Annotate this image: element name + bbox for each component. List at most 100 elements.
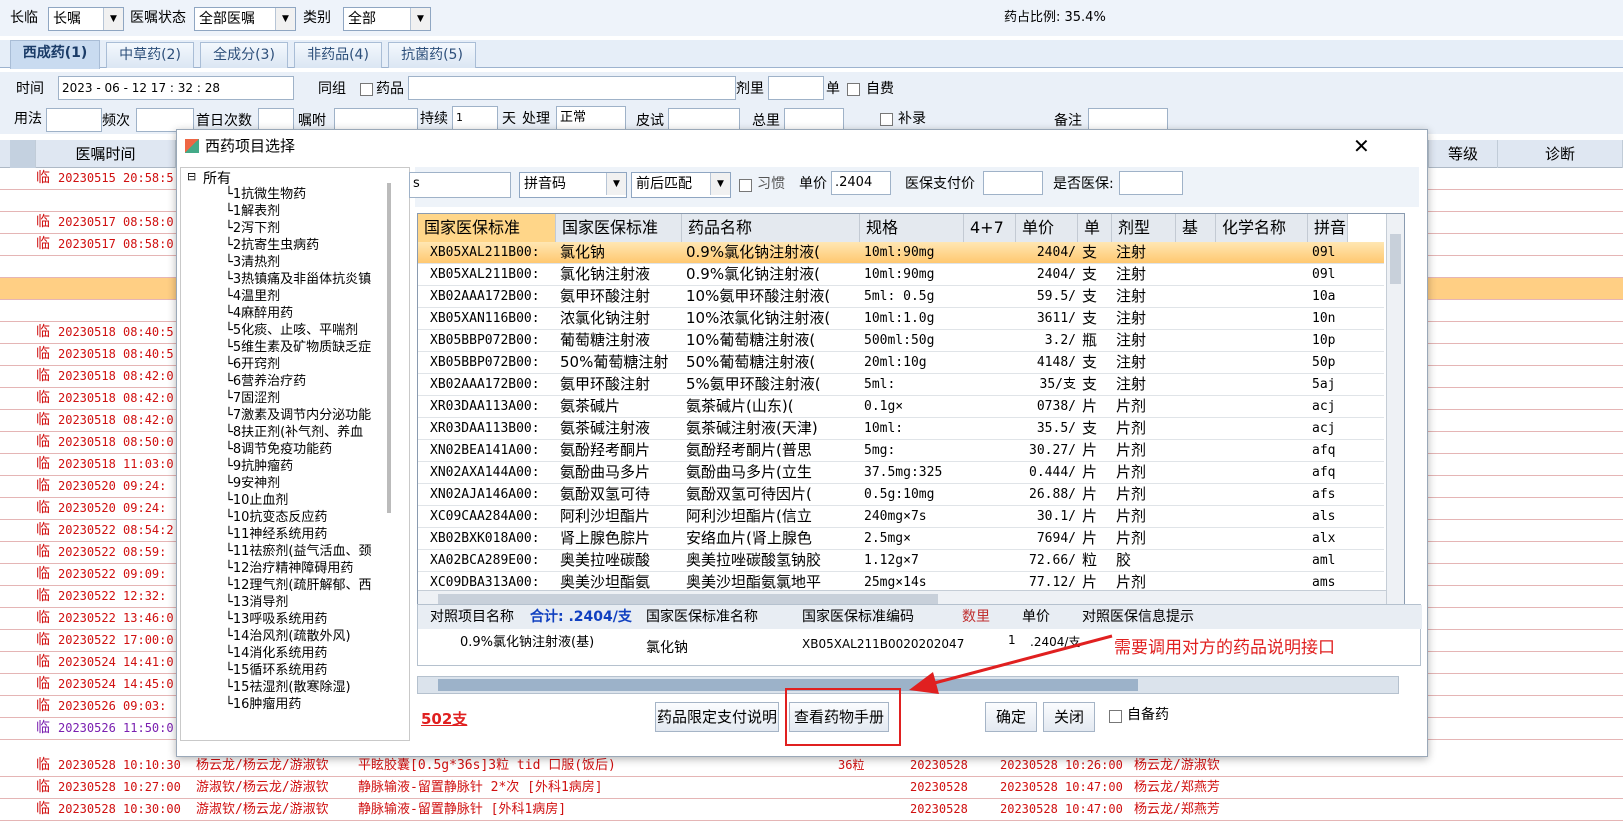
tree-item[interactable]: └13消导剂 (225, 594, 288, 611)
tree-item[interactable]: └11神经系统用药 (225, 526, 327, 543)
drug-col-header[interactable]: 单价 (1016, 214, 1078, 242)
drug-row[interactable]: XC09CAA284A00: 阿利沙坦酯片 阿利沙坦酯片(信立 240mg×7s 30.… (418, 506, 1384, 528)
drug-col-header[interactable]: 基 (1176, 214, 1216, 242)
drug-checkbox[interactable] (360, 83, 373, 96)
tree-item[interactable]: └12治疗精神障碍用药 (225, 560, 353, 577)
tab-antibiotic[interactable]: 抗菌药(5) (388, 42, 476, 68)
limit-pay-button[interactable]: 药品限定支付说明 (655, 702, 779, 732)
drug-row[interactable]: XB02AAA172B00: 氨甲环酸注射 5%氨甲环酸注射液(5ml: 35/支支注… (418, 374, 1384, 396)
supplement-checkbox[interactable] (880, 113, 893, 126)
drug-col-header[interactable]: 规格 (860, 214, 964, 242)
tree-item[interactable]: └12理气剂(疏肝解郁、西 (225, 577, 371, 594)
tree-item[interactable]: └3热镇痛及非甾体抗炎镇 (225, 271, 371, 288)
drug-col-header[interactable]: 4+7 (964, 214, 1016, 242)
drug-row[interactable]: XB05BBP072B00: 50%葡萄糖注射 50%葡萄糖注射液(20ml:10g… (418, 352, 1384, 374)
drug-row[interactable]: XB05XAN116B00: 浓氯化钠注射 10%浓氯化钠注射液(10ml:1.0g… (418, 308, 1384, 330)
tree-item[interactable]: └8扶正剂(补气剂、养血 (225, 424, 363, 441)
order-row[interactable]: 临 20230528 10:30:00 游淑钦/杨云龙/游淑钦 静脉输液-留置静脉针 … (0, 799, 1623, 821)
tree-item[interactable]: └1解表剂 (225, 203, 280, 220)
drug-col-header[interactable]: 剂型 (1112, 214, 1176, 242)
tree-item[interactable]: └10抗变态反应药 (225, 509, 327, 526)
vertical-scrollbar[interactable] (1386, 214, 1404, 608)
drug-col-header[interactable]: 化学名称 (1216, 214, 1308, 242)
tree-item[interactable]: └1抗微生物药 (225, 186, 306, 203)
col-diagnosis[interactable]: 诊断 (1498, 140, 1623, 168)
tree-item[interactable]: └7激素及调节内分泌功能 (225, 407, 371, 424)
drug-row[interactable]: XB05BBP072B00: 葡萄糖注射液 10%葡萄糖注射液(500ml:50g 3… (418, 330, 1384, 352)
drug-col-header[interactable]: 国家医保标准 (418, 214, 556, 242)
drug-cell: 注射 (1116, 309, 1147, 327)
order-type: 临 (36, 390, 50, 406)
drug-cell: afs (1312, 487, 1336, 502)
time-input[interactable]: 2023 - 06 - 12 17 : 32 : 28 (58, 76, 294, 100)
tab-herbal[interactable]: 中草药(2) (106, 42, 194, 68)
drug-row[interactable]: XA02BCA289E00: 奥美拉唑碳酸 奥美拉唑碳酸氢钠胶 1.12g×7 72.6… (418, 550, 1384, 572)
tree-item[interactable]: └11祛瘀剂(益气活血、颈 (225, 543, 371, 560)
col-order-time[interactable]: 医嘱时间 (36, 140, 176, 168)
tree-item[interactable]: └2抗寄生虫病药 (225, 237, 319, 254)
match-type-select[interactable]: 拼音码 ▼ (519, 172, 627, 198)
tree-item[interactable]: └6营养治疗药 (225, 373, 306, 390)
tree-item[interactable]: └5化痰、止咳、平喘剂 (225, 322, 358, 339)
selfpay-checkbox[interactable] (847, 83, 860, 96)
tree-item[interactable]: └15祛湿剂(散寒除湿) (225, 679, 351, 696)
tree-item[interactable]: └9抗肿瘤药 (225, 458, 293, 475)
col-level[interactable]: 等级 (1428, 140, 1498, 168)
tree-item[interactable]: └9安神剂 (225, 475, 280, 492)
drug-col-header[interactable]: 拼音 (1308, 214, 1348, 242)
drug-row[interactable]: XR03DAA113A00: 氨茶碱片 氨茶碱片(山东)(0.1g× 0738/片片剂… (418, 396, 1384, 418)
tree-item[interactable]: └14治风剂(疏散外风) (225, 628, 351, 645)
dose-input[interactable] (768, 76, 824, 100)
order-row[interactable]: 临 20230528 10:27:00 游淑钦/杨云龙/游淑钦 静脉输液-留置静脉针 … (0, 777, 1623, 799)
status-select[interactable]: 全部医嘱 ▼ (194, 7, 296, 31)
process-select[interactable]: 正常 (556, 106, 626, 130)
tree-item[interactable]: └7固涩剂 (225, 390, 280, 407)
tree-item[interactable]: └2泻下剂 (225, 220, 280, 237)
tree-scrollbar[interactable] (387, 183, 391, 513)
usage-input[interactable] (46, 108, 102, 132)
drug-row[interactable]: XB05XAL211B00: 氯化钠注射液 0.9%氯化钠注射液(10ml:90mg… (418, 264, 1384, 286)
type-select[interactable]: 全部 ▼ (343, 7, 431, 31)
tree-item[interactable]: └6开窍剂 (225, 356, 280, 373)
tab-ingredient[interactable]: 全成分(3) (200, 42, 288, 68)
longtemp-select[interactable]: 长嘱 ▼ (48, 7, 124, 31)
price-input[interactable]: .2404 (831, 171, 891, 195)
drug-row[interactable]: XR03DAA113B00: 氨茶碱注射液 氨茶碱注射液(天津) 10ml: 35.5/… (418, 418, 1384, 440)
tab-western[interactable]: 西成药(1) (10, 40, 100, 69)
tree-item[interactable]: └16肿瘤用药 (225, 696, 301, 713)
drug-row[interactable]: XN02AJA146A00: 氨酚双氢可待 氨酚双氢可待因片(0.5g:10mg 26… (418, 484, 1384, 506)
tree-item[interactable]: └3清热剂 (225, 254, 280, 271)
tree-item[interactable]: └5维生素及矿物质缺乏症 (225, 339, 371, 356)
tree-root[interactable]: 所有 (203, 168, 231, 188)
drug-input[interactable] (408, 76, 736, 100)
ok-button[interactable]: 确定 (985, 702, 1037, 732)
search-input[interactable]: s (409, 172, 511, 198)
close-icon[interactable]: ✕ (1353, 130, 1370, 162)
reserve-checkbox[interactable] (1109, 710, 1122, 723)
collapse-icon[interactable]: ⊟ (187, 170, 196, 183)
drug-row[interactable]: XB02AAA172B00: 氨甲环酸注射 10%氨甲环酸注射液(5ml: 0.5g… (418, 286, 1384, 308)
tree-item[interactable]: └4温里剂 (225, 288, 280, 305)
tree-item[interactable]: └13呼吸系统用药 (225, 611, 327, 628)
close-button[interactable]: 关闭 (1043, 702, 1095, 732)
duration-stepper[interactable]: 1 (452, 106, 498, 130)
tab-non-drug[interactable]: 非药品(4) (294, 42, 382, 68)
drug-col-header[interactable]: 国家医保标准 (556, 214, 682, 242)
order-row[interactable]: 临 20230528 10:10:30 杨云龙/杨云龙/游淑钦 平眩胶囊[0.5g*3… (0, 755, 1623, 777)
tree-item[interactable]: └10止血剂 (225, 492, 288, 509)
tree-item[interactable]: └15循环系统用药 (225, 662, 327, 679)
unit-label: 单 (826, 81, 840, 97)
tree-item[interactable]: └8调节免疫功能药 (225, 441, 332, 458)
drug-col-header[interactable]: 药品名称 (682, 214, 860, 242)
is-insurance-input[interactable] (1119, 171, 1183, 195)
tree-item[interactable]: └14消化系统用药 (225, 645, 327, 662)
habit-checkbox[interactable] (739, 179, 752, 192)
drug-col-header[interactable]: 单 (1078, 214, 1112, 242)
drug-row[interactable]: XB02BXK018A00: 肾上腺色腙片 安络血片(肾上腺色 2.5mg× 7694/… (418, 528, 1384, 550)
drug-row[interactable]: XN02BEA141A00: 氨酚羟考酮片 氨酚羟考酮片(普思 5mg: 30.27/片… (418, 440, 1384, 462)
tree-item[interactable]: └4麻醉用药 (225, 305, 293, 322)
insurance-price-input[interactable] (983, 171, 1043, 195)
drug-row[interactable]: XB05XAL211B00: 氯化钠 0.9%氯化钠注射液(10ml:90mg 240… (418, 242, 1384, 264)
match-mode-select[interactable]: 前后匹配 ▼ (631, 172, 731, 198)
drug-row[interactable]: XN02AXA144A00: 氨酚曲马多片 氨酚曲马多片(立生 37.5mg:325 0… (418, 462, 1384, 484)
